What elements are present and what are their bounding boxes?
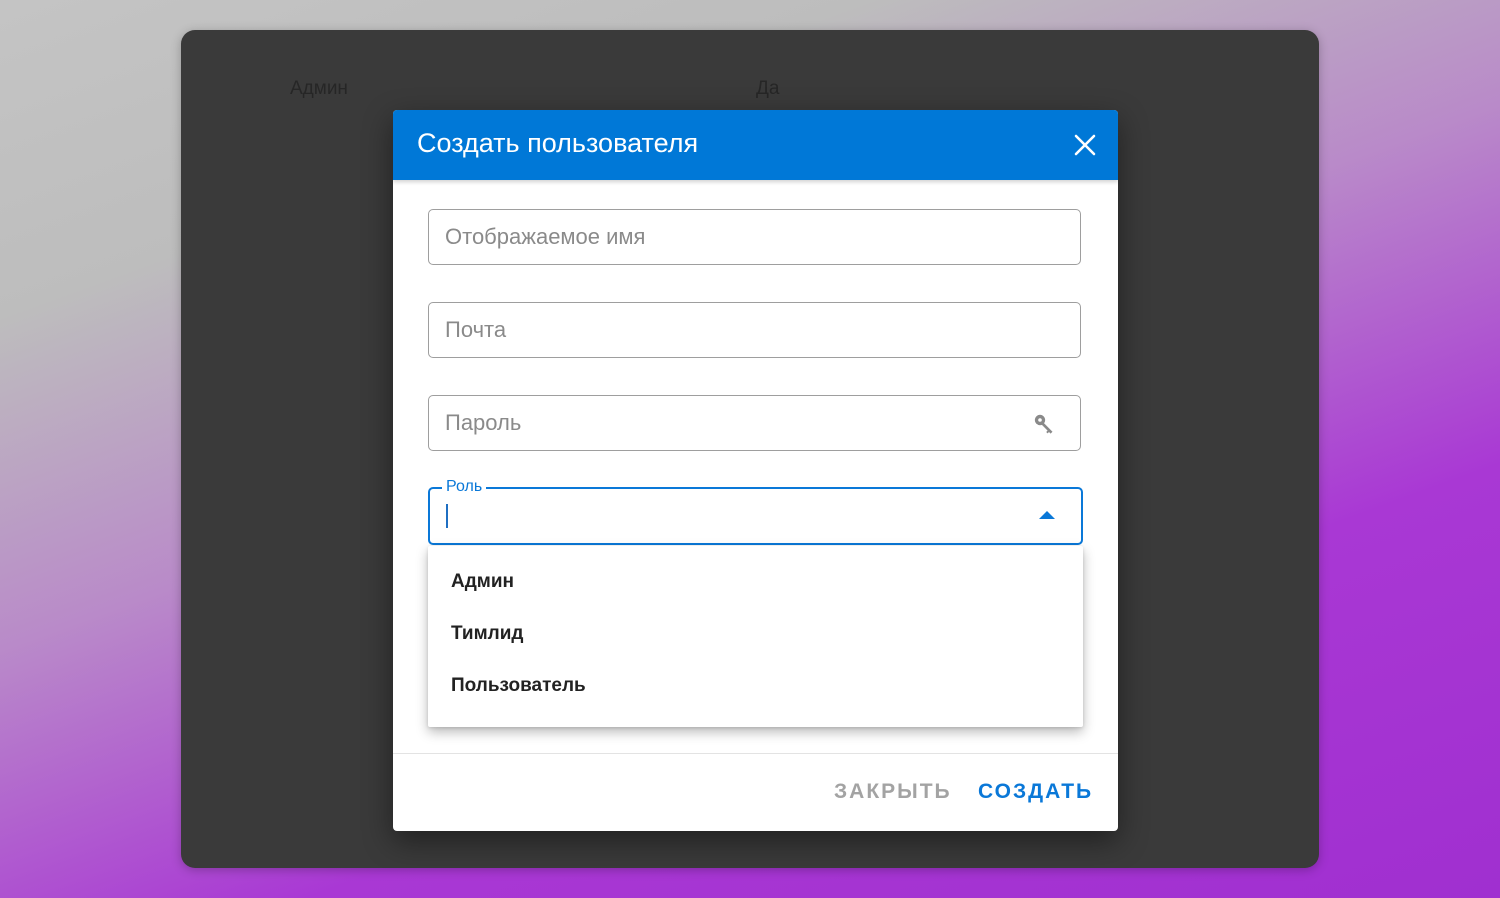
role-option-teamlead[interactable]: Тимлид (428, 608, 1083, 660)
dialog-header: Создать пользователя (393, 110, 1118, 180)
table-cell-role: Админ (290, 78, 348, 99)
text-caret (446, 504, 448, 528)
table-row: Админ Да (181, 78, 1319, 102)
display-name-input[interactable] (445, 210, 1025, 264)
role-select[interactable]: Роль (428, 478, 1083, 545)
password-input[interactable] (445, 396, 1025, 450)
role-option-admin[interactable]: Админ (428, 556, 1083, 608)
close-button[interactable]: ЗАКРЫТЬ (834, 780, 952, 804)
create-button[interactable]: СОЗДАТЬ (978, 780, 1093, 804)
password-field[interactable] (428, 395, 1081, 451)
email-input[interactable] (445, 303, 1025, 357)
close-icon[interactable] (1068, 128, 1102, 162)
app-window: Админ Да Создать пользователя Отображаем… (181, 30, 1319, 868)
email-field[interactable] (428, 302, 1081, 358)
table-cell-flag: Да (756, 78, 780, 99)
chevron-up-icon[interactable] (1039, 511, 1055, 519)
footer-divider (393, 753, 1118, 754)
dialog-title: Создать пользователя (417, 128, 699, 158)
key-icon[interactable] (1032, 412, 1056, 436)
role-option-user[interactable]: Пользователь (428, 660, 1083, 712)
role-select-label: Роль (442, 478, 487, 496)
display-name-field[interactable] (428, 209, 1081, 265)
role-dropdown-menu: Админ Тимлид Пользователь (428, 546, 1083, 727)
create-user-dialog: Создать пользователя Отображаемое имя По… (393, 110, 1118, 831)
